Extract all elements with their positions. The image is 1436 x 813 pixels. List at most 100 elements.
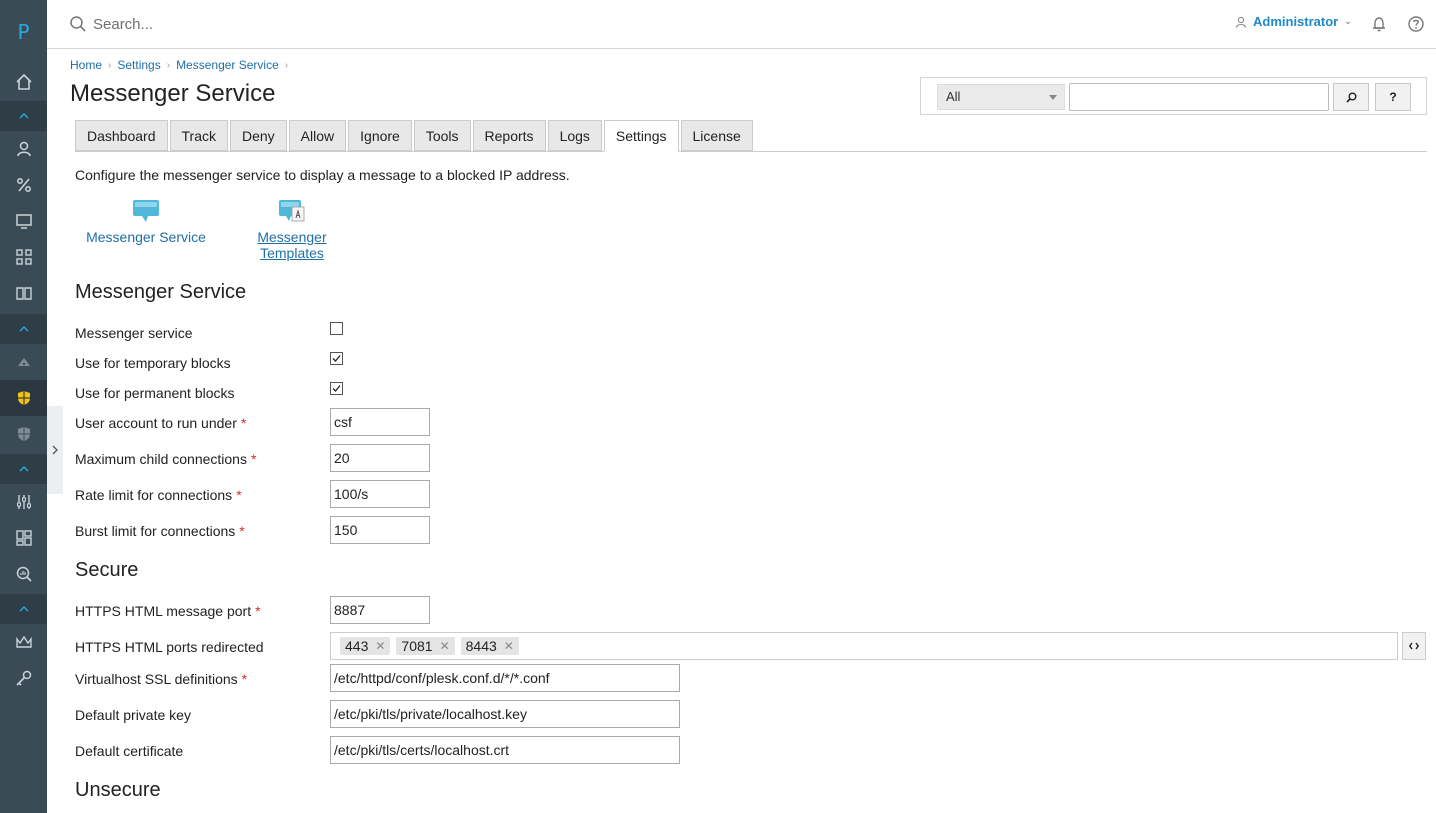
vhost-ssl-input[interactable]: /etc/httpd/conf/plesk.conf.d/*/*.conf — [330, 664, 680, 692]
sliders-icon[interactable] — [0, 484, 47, 520]
group-collapse-icon[interactable] — [0, 594, 47, 624]
port-chip-value: 7081 — [401, 638, 433, 654]
analytics-search-icon[interactable] — [0, 556, 47, 592]
group-collapse-icon[interactable] — [0, 314, 47, 344]
breadcrumb-settings[interactable]: Settings — [117, 58, 160, 72]
search-icon — [1345, 92, 1356, 103]
messenger-templates-tool[interactable]: Messenger Templates — [250, 199, 334, 261]
private-key-input[interactable]: /etc/pki/tls/private/localhost.key — [330, 700, 680, 728]
tab-settings[interactable]: Settings — [603, 120, 679, 152]
max-child-label-text: Maximum child connections — [75, 451, 247, 467]
code-icon — [1409, 642, 1419, 650]
tab-logs[interactable]: Logs — [547, 120, 602, 151]
key-icon[interactable] — [0, 660, 47, 696]
intro-text: Configure the messenger service to displ… — [75, 167, 570, 183]
code-toggle-button[interactable] — [1402, 632, 1426, 660]
tab-dashboard[interactable]: Dashboard — [75, 120, 168, 151]
burst-limit-label: Burst limit for connections * — [75, 523, 245, 539]
https-port-label-text: HTTPS HTML message port — [75, 603, 252, 619]
notifications-icon[interactable] — [1370, 15, 1388, 33]
temporary-blocks-label: Use for temporary blocks — [75, 355, 231, 371]
user-account-input[interactable]: csf — [330, 408, 430, 436]
messenger-templates-label-line1: Messenger — [257, 229, 327, 245]
tab-track[interactable]: Track — [169, 120, 228, 151]
monitor-icon[interactable] — [0, 203, 47, 239]
crown-icon[interactable] — [0, 624, 47, 660]
user-account-label: User account to run under * — [75, 415, 246, 431]
remove-icon[interactable]: ✕ — [504, 639, 514, 653]
book-icon[interactable] — [0, 275, 47, 311]
checkmark-icon — [332, 355, 341, 362]
security-shield-icon[interactable] — [0, 416, 47, 452]
messenger-templates-label-line2: Templates — [260, 245, 324, 261]
burst-limit-label-text: Burst limit for connections — [75, 523, 236, 539]
user-menu[interactable]: Administrator ⌄ — [1235, 14, 1352, 29]
chat-bubble-icon — [133, 200, 159, 222]
private-key-label: Default private key — [75, 707, 191, 723]
https-redirected-ports-field[interactable]: 443 ✕ 7081 ✕ 8443 ✕ — [330, 632, 1398, 660]
messenger-service-checkbox[interactable] — [330, 322, 343, 335]
apps-grid-icon[interactable] — [0, 239, 47, 275]
certificate-input[interactable]: /etc/pki/tls/certs/localhost.crt — [330, 736, 680, 764]
rate-limit-input[interactable]: 100/s — [330, 480, 430, 508]
remove-icon[interactable]: ✕ — [375, 639, 385, 653]
top-bar: Administrator ⌄ — [47, 0, 1436, 49]
certificate-label-text: Default certificate — [75, 743, 184, 759]
group-collapse-icon[interactable] — [0, 101, 47, 131]
percent-icon[interactable] — [0, 167, 47, 203]
temporary-blocks-checkbox[interactable] — [330, 352, 343, 365]
max-child-input[interactable]: 20 — [330, 444, 430, 472]
vhost-ssl-label: Virtualhost SSL definitions * — [75, 671, 247, 687]
tab-allow[interactable]: Allow — [288, 120, 347, 151]
filter-search-button[interactable] — [1333, 83, 1369, 111]
page-title: Messenger Service — [70, 80, 276, 107]
permanent-blocks-label: Use for permanent blocks — [75, 385, 235, 401]
tab-license[interactable]: License — [680, 120, 753, 151]
port-chip-value: 8443 — [465, 638, 497, 654]
required-marker: * — [236, 487, 242, 503]
home-icon[interactable] — [0, 64, 47, 100]
tab-reports[interactable]: Reports — [472, 120, 546, 151]
chevron-right-icon: › — [108, 59, 112, 71]
sidebar-expand-handle[interactable] — [47, 406, 63, 494]
breadcrumb-messenger-service[interactable]: Messenger Service — [176, 58, 279, 72]
group-collapse-icon[interactable] — [0, 454, 47, 484]
messenger-service-label-text: Messenger service — [75, 325, 193, 341]
rate-limit-label: Rate limit for connections * — [75, 487, 242, 503]
help-icon[interactable] — [1407, 15, 1425, 33]
checkmark-icon — [332, 385, 341, 392]
https-redirected-label-text: HTTPS HTML ports redirected — [75, 639, 264, 655]
messenger-service-tool-label: Messenger Service — [86, 229, 206, 245]
dropdown-arrow-icon — [1049, 95, 1057, 100]
https-port-input[interactable]: 8887 — [330, 596, 430, 624]
firewall-shield-icon[interactable] — [0, 380, 47, 416]
filter-bar: All ? — [920, 77, 1427, 115]
filter-input[interactable] — [1069, 83, 1329, 111]
messenger-service-tool[interactable]: Messenger Service — [84, 199, 208, 245]
dashboard-blocks-icon[interactable] — [0, 520, 47, 556]
filter-select[interactable]: All — [937, 84, 1065, 110]
remove-icon[interactable]: ✕ — [440, 639, 450, 653]
port-chip: 443 ✕ — [340, 637, 391, 655]
filter-help-button[interactable]: ? — [1375, 83, 1411, 111]
tab-tools[interactable]: Tools — [413, 120, 471, 151]
tab-deny[interactable]: Deny — [229, 120, 287, 151]
tab-ignore[interactable]: Ignore — [348, 120, 412, 151]
https-redirected-label: HTTPS HTML ports redirected — [75, 639, 264, 655]
extension-alert-icon[interactable] — [0, 344, 47, 380]
max-child-label: Maximum child connections * — [75, 451, 256, 467]
user-name: Administrator — [1253, 14, 1339, 29]
permanent-blocks-checkbox[interactable] — [330, 382, 343, 395]
required-marker: * — [240, 415, 247, 431]
section-title-secure: Secure — [75, 559, 139, 581]
global-search-input[interactable] — [93, 12, 493, 36]
required-marker: * — [241, 671, 248, 687]
user-icon[interactable] — [0, 131, 47, 167]
https-port-label: HTTPS HTML message port * — [75, 603, 261, 619]
burst-limit-input[interactable]: 150 — [330, 516, 430, 544]
rate-limit-label-text: Rate limit for connections — [75, 487, 233, 503]
logo[interactable]: P — [0, 0, 47, 64]
breadcrumb-home[interactable]: Home — [70, 58, 102, 72]
messenger-service-label: Messenger service — [75, 325, 193, 341]
search-icon — [70, 16, 86, 32]
